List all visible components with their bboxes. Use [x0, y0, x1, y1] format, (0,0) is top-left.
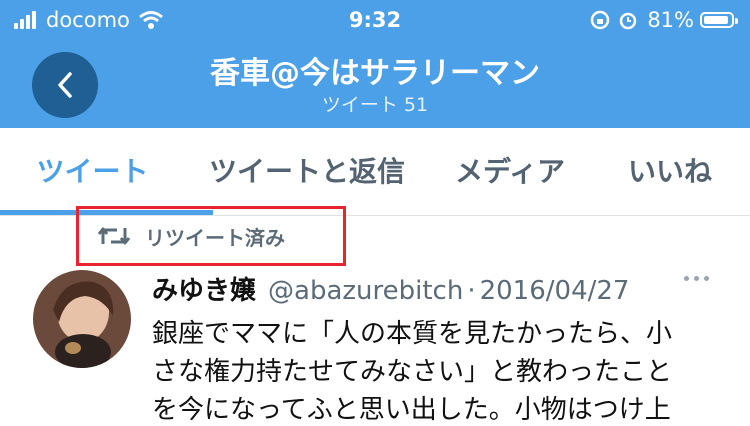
profile-tabs: ツイート ツイートと返信 メディア いいね	[0, 128, 750, 216]
author-name[interactable]: みゆき嬢	[152, 270, 256, 307]
tab-tweets-and-replies[interactable]: ツイートと返信	[192, 128, 422, 215]
status-bar-right: 81%	[589, 6, 738, 34]
tab-tweets[interactable]: ツイート	[0, 128, 185, 215]
retweeted-indicator: リツイート済み	[76, 206, 346, 266]
tab-media[interactable]: メディア	[440, 128, 580, 215]
author-handle[interactable]: @abazurebitch	[268, 276, 463, 306]
retweet-label: リツイート済み	[145, 225, 285, 250]
tweet-count: ツイート 51	[321, 94, 429, 116]
tab-likes[interactable]: いいね	[610, 128, 730, 215]
alarm-icon	[620, 12, 637, 30]
battery-percent: 81%	[647, 8, 694, 32]
avatar[interactable]	[33, 270, 131, 368]
more-options-icon[interactable]	[684, 276, 709, 281]
retweet-icon	[97, 227, 131, 245]
header-separator: ·	[467, 276, 476, 306]
rotation-lock-icon	[591, 10, 610, 30]
tweet-text-line: を今になってふと思い出した。小物はつけ上	[152, 395, 671, 425]
profile-title: 香車@今はサラリーマン	[210, 56, 540, 91]
tweet-text-line: さな権力持たせてみなさい」と教わったこと	[152, 357, 673, 387]
tweet-date[interactable]: 2016/04/27	[480, 276, 630, 306]
tweet-header: みゆき嬢 @abazurebitch · 2016/04/27	[152, 270, 629, 307]
tweet-text-line: 銀座でママに「人の本質を見たかったら、小	[152, 319, 673, 349]
battery-icon	[700, 12, 738, 28]
app-header: docomo 9:32 81% 香車@今はサラリーマン ツイート 51	[0, 0, 750, 128]
